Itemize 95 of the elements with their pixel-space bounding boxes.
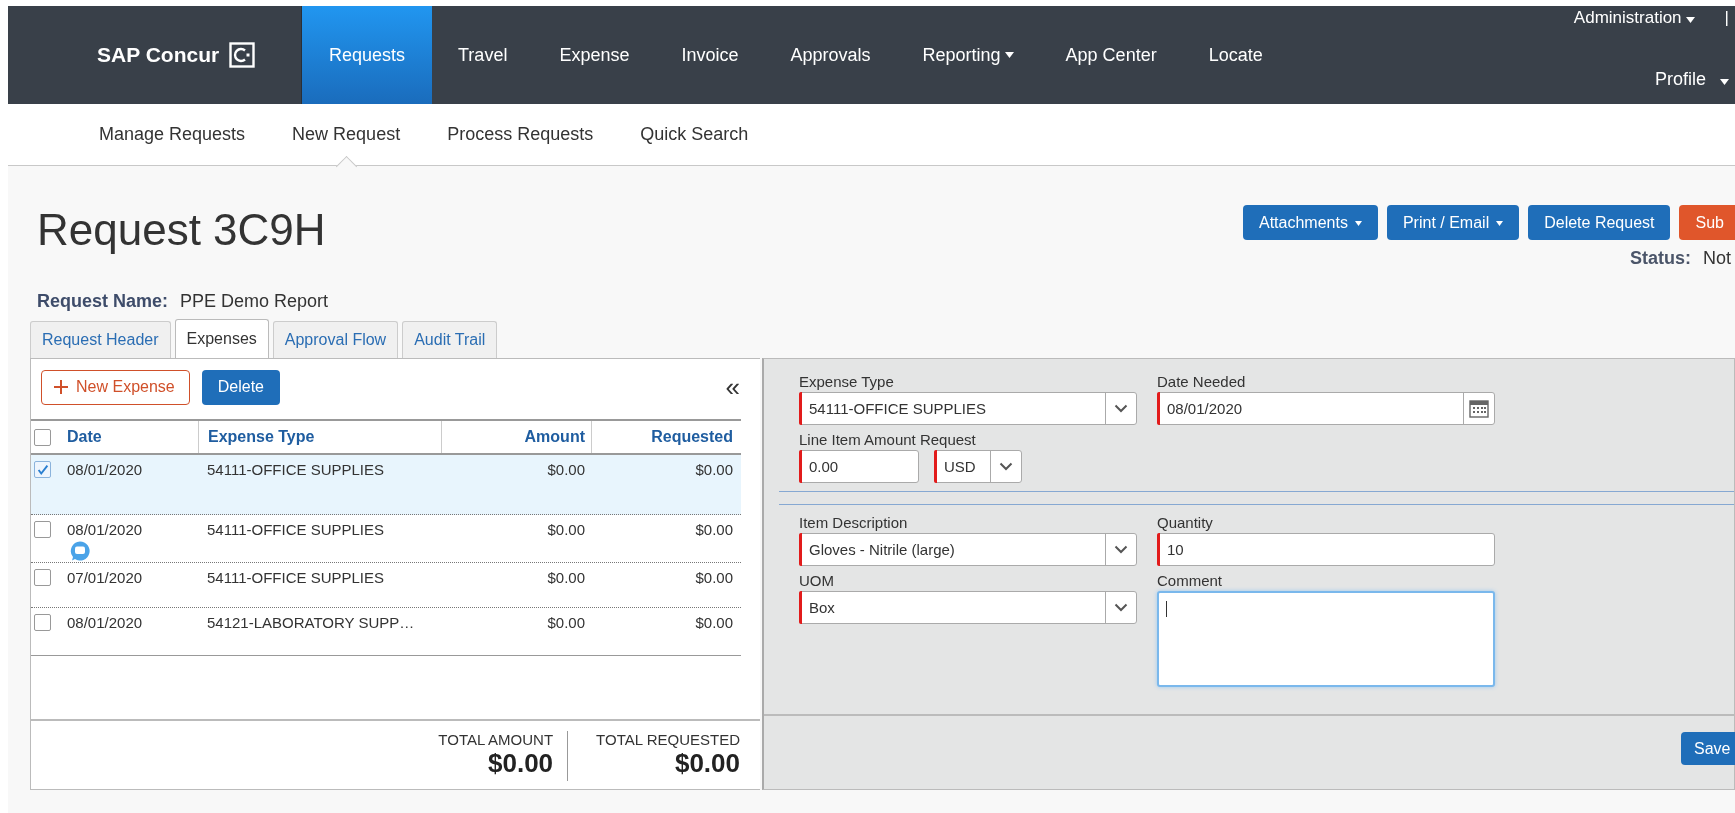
select-all-checkbox[interactable] (34, 428, 51, 446)
table-cell: $0.00 (547, 614, 585, 631)
amount-input[interactable]: 0.00 (799, 450, 919, 483)
total-label: TOTAL AMOUNT (438, 731, 554, 748)
tab[interactable]: Audit Trail (402, 321, 498, 358)
nav-tab[interactable]: Locate (1182, 6, 1289, 104)
action-button[interactable]: Delete Request (1528, 205, 1671, 240)
expense-row[interactable]: 08/01/2020 54111-OFFICE SUPPLIES $0.00 $0.00 (31, 455, 741, 515)
field-label: Item Description (799, 514, 909, 531)
field-label: Expense Type (799, 373, 895, 390)
nav-tab[interactable]: App Center (1039, 6, 1183, 104)
table-cell: $0.00 (695, 614, 733, 631)
table-cell-text: 08/01/2020 (67, 614, 144, 631)
caret-icon (1720, 79, 1729, 85)
table-cell: $0.00 (547, 521, 585, 538)
sub-nav-link[interactable]: Manage Requests (99, 104, 246, 165)
row-checkbox[interactable] (34, 614, 51, 631)
row-checkbox[interactable] (34, 521, 51, 538)
request-name-label: Request Name: (37, 291, 169, 312)
table-cell: 54111-OFFICE SUPPLIES (207, 461, 384, 478)
nav-tab[interactable]: Travel (432, 6, 534, 104)
total-value: $0.00 (488, 748, 554, 779)
field-label: Comment (1157, 572, 1224, 589)
save-button[interactable]: Save (1681, 732, 1735, 765)
caret-icon (1004, 52, 1014, 58)
field-label: Date Needed (1157, 373, 1247, 390)
total-label: TOTAL REQUESTED (596, 731, 740, 748)
field-label: Quantity (1157, 514, 1214, 531)
plus-icon (54, 380, 68, 394)
table-cell: 54121-LABORATORY SUPP… (207, 614, 415, 631)
dropdown-field[interactable]: Box (799, 591, 1137, 624)
table-cell: 54111-OFFICE SUPPLIES (207, 569, 384, 586)
action-button[interactable]: Print / Email (1386, 205, 1520, 240)
table-cell: $0.00 (695, 461, 733, 478)
column-header[interactable]: Requested (591, 421, 741, 453)
text-cursor (1166, 601, 1167, 617)
action-button[interactable]: Sub (1679, 205, 1735, 240)
expense-row[interactable]: 08/01/2020 54111-OFFICE SUPPLIES $0.00 $0.00 (31, 515, 741, 563)
dropdown-field[interactable]: 54111-OFFICE SUPPLIES (799, 392, 1137, 425)
nav-separator: | (1724, 8, 1729, 28)
delete-button[interactable]: Delete (201, 369, 280, 405)
logo-text[interactable]: SAP Concur (97, 43, 220, 67)
tab[interactable]: Request Header (30, 321, 171, 358)
nav-tab[interactable]: Invoice (655, 6, 765, 104)
logo-icon (229, 42, 256, 68)
row-checkbox[interactable] (34, 461, 51, 478)
table-cell: $0.00 (547, 569, 585, 586)
chevron-down-icon (1114, 545, 1128, 554)
required-indicator (934, 450, 937, 483)
row-checkbox[interactable] (34, 569, 51, 586)
total-value: $0.00 (674, 748, 740, 779)
field-label: Line Item Amount Request (799, 431, 977, 448)
caret-icon (1685, 17, 1695, 23)
column-header[interactable]: Expense Type (198, 421, 441, 453)
comment-icon[interactable] (69, 540, 91, 562)
table-cell: $0.00 (547, 461, 585, 478)
new-expense-button[interactable]: New Expense (41, 369, 190, 405)
expense-row[interactable]: 08/01/2020 54121-LABORATORY SUPP… $0.00 $0.00 (31, 608, 741, 656)
tab[interactable]: Approval Flow (272, 321, 399, 358)
nav-tab[interactable]: Approvals (764, 6, 897, 104)
column-header[interactable]: Date (63, 421, 198, 453)
caret-icon (1496, 220, 1504, 226)
caret-icon (1354, 220, 1362, 226)
administration-menu[interactable]: Administration (1573, 8, 1695, 28)
nav-tab[interactable]: Expense (533, 6, 656, 104)
table-cell: 54111-OFFICE SUPPLIES (207, 521, 384, 538)
column-header[interactable]: Amount (441, 421, 591, 453)
currency-dropdown[interactable]: USD (934, 450, 1022, 483)
collapse-toggle[interactable]: « (725, 371, 740, 403)
tab[interactable]: Expenses (174, 319, 269, 358)
text-field[interactable]: 10 (1157, 533, 1495, 566)
action-button[interactable]: Attachments (1243, 205, 1378, 240)
table-cell: $0.00 (695, 521, 733, 538)
table-cell-text: 08/01/2020 (67, 461, 144, 478)
profile-menu[interactable]: Profile (1654, 69, 1729, 90)
status-value: Not (1703, 248, 1732, 269)
nav-tab[interactable]: Requests (302, 6, 433, 104)
table-cell-text: 08/01/2020 (67, 521, 144, 538)
chevron-down-icon (999, 462, 1013, 471)
nav-tab[interactable]: Reporting (896, 6, 1040, 104)
request-name-value: PPE Demo Report (180, 291, 329, 312)
dropdown-field[interactable]: Gloves - Nitrile (large) (799, 533, 1137, 566)
date-field[interactable]: 08/01/2020 (1157, 392, 1495, 425)
table-cell-text: 07/01/2020 (67, 569, 144, 586)
sub-nav-link[interactable]: Process Requests (447, 104, 594, 165)
calendar-icon[interactable] (1469, 399, 1489, 418)
field-label: UOM (799, 572, 835, 589)
page-title: Request 3C9H (36, 204, 327, 256)
comment-textarea[interactable] (1157, 591, 1495, 687)
status-label: Status: (1630, 248, 1691, 269)
chevron-down-icon (1114, 404, 1128, 413)
table-cell: $0.00 (695, 569, 733, 586)
chevron-down-icon (1114, 603, 1128, 612)
sub-nav-link[interactable]: Quick Search (640, 104, 749, 165)
expense-row[interactable]: 07/01/2020 54111-OFFICE SUPPLIES $0.00 $0.00 (31, 563, 741, 608)
